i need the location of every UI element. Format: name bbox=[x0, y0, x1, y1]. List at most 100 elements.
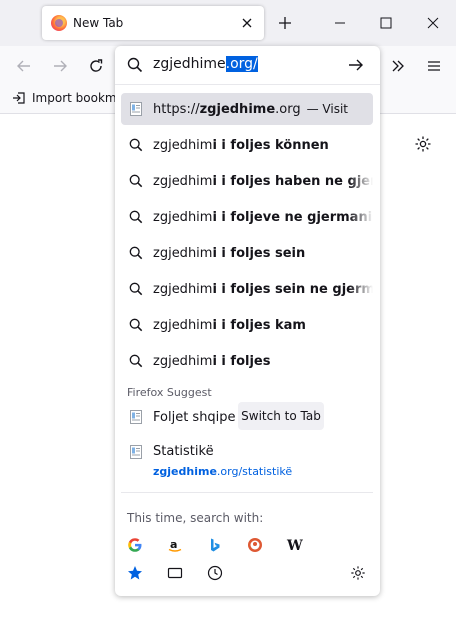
firefox-logo-icon bbox=[51, 15, 67, 31]
page-icon bbox=[128, 409, 144, 425]
search-suggestion[interactable]: zgjedhimi i foljes haben ne gjerm bbox=[121, 165, 373, 197]
suggestion-typed: zgjedhim bbox=[153, 317, 213, 333]
search-suggestion[interactable]: zgjedhimi i foljes können bbox=[121, 129, 373, 161]
tab-new-tab[interactable]: New Tab bbox=[42, 6, 264, 40]
url-autofill-selection: .org/ bbox=[225, 56, 258, 72]
suggestion-text: zgjedhimi i foljeve ne gjermanish bbox=[153, 210, 373, 225]
text-fade bbox=[349, 273, 373, 305]
page-settings-gear-icon[interactable] bbox=[414, 135, 434, 155]
reload-button[interactable] bbox=[82, 52, 110, 80]
suggestion-typed: zgjedhim bbox=[153, 173, 213, 189]
search-suggestion[interactable]: zgjedhimi i foljes kam bbox=[121, 309, 373, 341]
import-bookmarks-label: Import bookma bbox=[32, 91, 124, 105]
search-icon bbox=[128, 245, 144, 261]
search-settings-button[interactable] bbox=[345, 560, 371, 586]
double-chevron-icon bbox=[392, 60, 404, 72]
url-typed: zgjedhime bbox=[153, 56, 226, 72]
new-tab-button[interactable] bbox=[272, 10, 298, 36]
suggestion-typed: zgjedhim bbox=[153, 209, 213, 225]
text-fade bbox=[349, 165, 373, 197]
firefox-suggest-label: Firefox Suggest bbox=[127, 386, 212, 399]
suggestion-rest: i i foljes können bbox=[212, 137, 329, 153]
suggestion-typed: zgjedhim bbox=[153, 353, 213, 369]
wikipedia-engine-button[interactable]: W bbox=[282, 532, 308, 558]
wikipedia-icon: W bbox=[286, 538, 303, 553]
suggestion-text: zgjedhimi i foljes sein ne gjerman bbox=[153, 282, 373, 297]
divider bbox=[121, 492, 373, 493]
url-prefix: https:// bbox=[153, 101, 200, 117]
duckduckgo-engine-button[interactable] bbox=[242, 532, 268, 558]
suggestion-text: zgjedhimi i foljes haben ne gjerm bbox=[153, 174, 373, 189]
suggestion-text: zgjedhimi i foljes kam bbox=[153, 318, 306, 333]
suggestion-rest: i i foljes bbox=[212, 353, 271, 369]
bing-icon bbox=[211, 538, 220, 552]
divider bbox=[115, 84, 380, 85]
suggestion-rest: i i foljes kam bbox=[212, 317, 306, 333]
search-suggestion[interactable]: zgjedhimi i foljes sein bbox=[121, 237, 373, 269]
search-suggestion[interactable]: zgjedhimi i foljes sein ne gjerman bbox=[121, 273, 373, 305]
foljet-title: Foljet shqipe bbox=[153, 409, 235, 425]
search-suggestion[interactable]: zgjedhimi i foljes bbox=[121, 345, 373, 377]
suggestion-typed: zgjedhim bbox=[153, 245, 213, 261]
bookmarks-search-button[interactable] bbox=[122, 560, 148, 586]
stat-url-rest: .org/statistikë bbox=[216, 465, 293, 478]
import-bookmarks-button[interactable]: Import bookma bbox=[12, 91, 124, 105]
suggestion-text: zgjedhimi i foljes können bbox=[153, 138, 329, 153]
google-engine-button[interactable] bbox=[122, 532, 148, 558]
duckduckgo-icon bbox=[248, 538, 262, 552]
suggestion-visit-site[interactable]: https://zgjedhime.org — Visit bbox=[121, 93, 373, 125]
search-icon bbox=[128, 173, 144, 189]
suggestion-text: zgjedhimi i foljes sein bbox=[153, 246, 305, 261]
overflow-chevron-button[interactable] bbox=[384, 52, 412, 80]
svg-text:W: W bbox=[286, 538, 303, 553]
bing-engine-button[interactable] bbox=[202, 532, 228, 558]
go-arrow-icon[interactable] bbox=[348, 57, 364, 77]
minimize-button[interactable] bbox=[317, 0, 363, 46]
search-suggestion[interactable]: zgjedhimi i foljeve ne gjermanish bbox=[121, 201, 373, 233]
forward-button[interactable] bbox=[46, 52, 74, 80]
suggestion-rest: i i foljes sein bbox=[212, 245, 306, 261]
tab-strip: New Tab bbox=[0, 0, 456, 46]
close-window-button[interactable] bbox=[410, 0, 456, 46]
suggestion-text: zgjedhimi i foljes bbox=[153, 354, 270, 369]
amazon-icon: a bbox=[168, 538, 182, 552]
forward-arrow-icon bbox=[54, 60, 67, 72]
clock-icon bbox=[207, 565, 223, 581]
hamburger-icon bbox=[428, 61, 440, 71]
amazon-engine-button[interactable]: a bbox=[162, 532, 188, 558]
search-icon bbox=[128, 317, 144, 333]
search-icon bbox=[127, 57, 143, 77]
tabs-search-button[interactable] bbox=[162, 560, 188, 586]
app-menu-button[interactable] bbox=[420, 52, 448, 80]
close-tab-icon[interactable] bbox=[235, 11, 259, 35]
back-arrow-icon bbox=[17, 60, 30, 72]
google-icon bbox=[128, 538, 142, 552]
url-input[interactable]: zgjedhime.org/ bbox=[115, 46, 380, 84]
reload-icon bbox=[90, 59, 103, 72]
maximize-button[interactable] bbox=[363, 0, 409, 46]
search-icon bbox=[128, 137, 144, 153]
statistike-url: zgjedhime.org/statistikë bbox=[153, 465, 292, 478]
visit-label: — Visit bbox=[306, 102, 348, 116]
url-suffix: .org bbox=[275, 101, 301, 117]
import-icon bbox=[13, 92, 25, 104]
switch-to-tab-button[interactable]: Switch to Tab bbox=[238, 402, 324, 430]
page-icon bbox=[128, 444, 144, 460]
tab-icon bbox=[167, 567, 183, 579]
suggestion-typed: zgjedhim bbox=[153, 281, 213, 297]
statistike-title[interactable]: Statistikë bbox=[153, 444, 214, 459]
tab-title: New Tab bbox=[73, 16, 124, 30]
url-text: zgjedhime.org/ bbox=[153, 56, 258, 72]
suggest-foljet-row[interactable]: Foljet shqipe bbox=[121, 401, 235, 433]
history-search-button[interactable] bbox=[202, 560, 228, 586]
gear-icon bbox=[351, 566, 365, 580]
text-fade bbox=[349, 201, 373, 233]
suggestion-url-text: https://zgjedhime.org bbox=[153, 102, 301, 117]
star-icon bbox=[128, 566, 142, 580]
back-button[interactable] bbox=[10, 52, 38, 80]
svg-text:a: a bbox=[170, 538, 177, 551]
stat-url-bold: zgjedhime bbox=[153, 465, 217, 478]
search-icon bbox=[128, 209, 144, 225]
url-bold: zgjedhime bbox=[199, 101, 276, 117]
search-icon bbox=[128, 353, 144, 369]
